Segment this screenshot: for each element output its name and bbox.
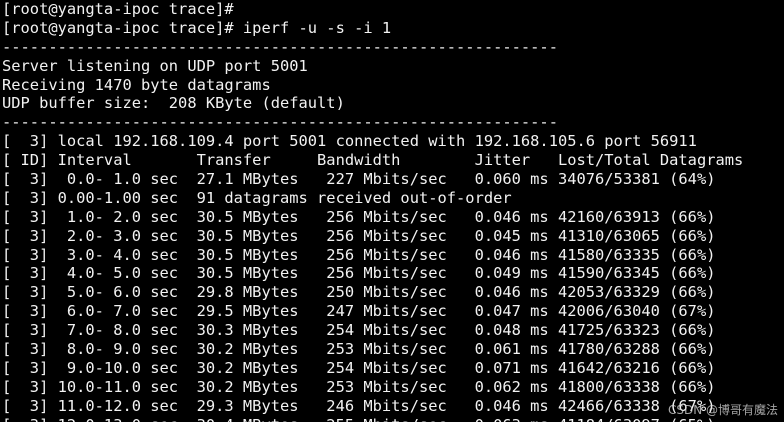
terminal-line: Receiving 1470 byte datagrams <box>2 75 271 94</box>
terminal-output: [root@yangta-ipoc trace]# [root@yangta-ip… <box>2 0 784 422</box>
terminal-line: [root@yangta-ipoc trace]# iperf -u -s -i… <box>2 18 392 37</box>
terminal-line: [ 3] 2.0- 3.0 sec 30.5 MBytes 256 Mbits/… <box>2 226 716 245</box>
terminal-line: [ 3] 8.0- 9.0 sec 30.2 MBytes 253 Mbits/… <box>2 340 716 359</box>
terminal-line: ----------------------------------------… <box>2 113 558 132</box>
terminal-line: [ 3] local 192.168.109.4 port 5001 conne… <box>2 132 697 151</box>
terminal-line: [root@yangta-ipoc trace]# <box>2 0 234 18</box>
terminal-line: [ 3] 12.0-13.0 sec 30.4 MBytes 255 Mbits… <box>2 416 784 422</box>
terminal-line: [ 3] 6.0- 7.0 sec 29.5 MBytes 247 Mbits/… <box>2 302 716 321</box>
terminal-line: [ 3] 7.0- 8.0 sec 30.3 MBytes 254 Mbits/… <box>2 321 716 340</box>
terminal-line: UDP buffer size: 208 KByte (default) <box>2 94 345 113</box>
terminal-line: [ 3] 3.0- 4.0 sec 30.5 MBytes 256 Mbits/… <box>2 245 716 264</box>
terminal-line: [ 3] 9.0-10.0 sec 30.2 MBytes 254 Mbits/… <box>2 358 716 377</box>
watermark: CSDN @博哥有魔法 <box>667 403 778 417</box>
terminal-line: [ 3] 0.0- 1.0 sec 27.1 MBytes 227 Mbits/… <box>2 170 716 189</box>
terminal-line: [ 3] 10.0-11.0 sec 30.2 MBytes 253 Mbits… <box>2 377 716 396</box>
terminal-line: ----------------------------------------… <box>2 37 558 56</box>
terminal-line: [ ID] Interval Transfer Bandwidth Jitter… <box>2 151 744 170</box>
terminal-line: [ 3] 4.0- 5.0 sec 30.5 MBytes 256 Mbits/… <box>2 264 716 283</box>
terminal-line: [ 3] 5.0- 6.0 sec 29.8 MBytes 250 Mbits/… <box>2 283 716 302</box>
terminal-line: [ 3] 11.0-12.0 sec 29.3 MBytes 246 Mbits… <box>2 396 716 415</box>
terminal-line: Server listening on UDP port 5001 <box>2 56 308 75</box>
terminal-line: [ 3] 0.00-1.00 sec 91 datagrams received… <box>2 188 512 207</box>
terminal-line: [ 3] 1.0- 2.0 sec 30.5 MBytes 256 Mbits/… <box>2 207 716 226</box>
terminal-window[interactable]: [root@yangta-ipoc trace]# [root@yangta-ip… <box>0 0 784 422</box>
